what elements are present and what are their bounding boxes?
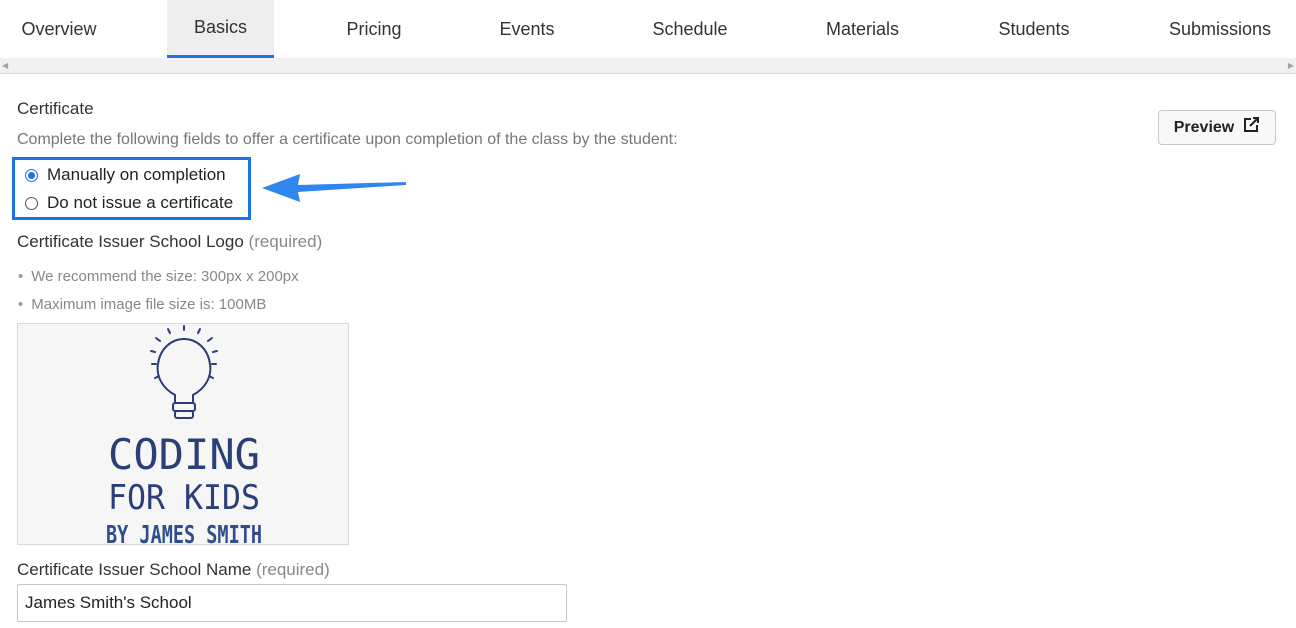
logo-line2: FOR KIDS [108, 478, 260, 518]
preview-button-label: Preview [1173, 118, 1235, 136]
school-name-field-label: Certificate Issuer School Name (required… [17, 560, 330, 580]
tab-schedule[interactable]: Schedule [635, 0, 745, 58]
tab-scrollbar[interactable]: ◀ ▶ [0, 58, 1296, 74]
logo-required-note: (required) [248, 232, 323, 251]
logo-field-label: Certificate Issuer School Logo (required… [17, 232, 322, 252]
scroll-right-icon[interactable]: ▶ [1288, 61, 1294, 71]
hint-max-size: Maximum image file size is: 100MB [18, 291, 299, 319]
school-name-label-text: Certificate Issuer School Name [17, 560, 252, 579]
hint-size: We recommend the size: 300px x 200px [18, 263, 298, 291]
option-manually-label: Manually on completion [47, 165, 226, 184]
logo-line3: BY JAMES SMITH [106, 520, 262, 545]
radio-selected-icon[interactable] [25, 168, 38, 182]
certificate-heading: Certificate [17, 99, 94, 118]
option-no-certificate[interactable]: Do not issue a certificate [25, 193, 233, 213]
logo-upload-preview[interactable]: CODING FOR KIDS BY JAMES SMITH [17, 323, 349, 545]
tab-submissions[interactable]: Submissions [1150, 0, 1290, 58]
school-logo: CODING FOR KIDS BY JAMES SMITH [106, 325, 262, 545]
tab-overview[interactable]: Overview [0, 0, 118, 58]
radio-unselected-icon[interactable] [25, 196, 38, 210]
certificate-description: Complete the following fields to offer a… [17, 131, 678, 148]
tab-events[interactable]: Events [477, 0, 577, 58]
external-link-icon [1242, 116, 1260, 139]
tab-basics[interactable]: Basics [167, 0, 274, 58]
certificate-option-group: Manually on completion Do not issue a ce… [12, 157, 251, 220]
preview-button[interactable]: Preview [1158, 110, 1276, 145]
logo-label-text: Certificate Issuer School Logo [17, 232, 244, 251]
annotation-arrow-icon [262, 174, 406, 202]
tab-pricing[interactable]: Pricing [318, 0, 430, 58]
tab-students[interactable]: Students [980, 0, 1088, 58]
school-name-required-note: (required) [256, 560, 330, 579]
tab-materials[interactable]: Materials [805, 0, 920, 58]
school-name-input[interactable] [17, 584, 567, 622]
logo-line1: CODING [108, 430, 260, 479]
logo-hints: We recommend the size: 300px x 200px Max… [18, 263, 299, 319]
tab-bar: Overview Basics Pricing Events Schedule … [0, 0, 1296, 58]
lightbulb-icon [150, 325, 218, 419]
option-manually[interactable]: Manually on completion [25, 165, 226, 185]
option-no-certificate-label: Do not issue a certificate [47, 193, 234, 212]
scroll-left-icon[interactable]: ◀ [2, 61, 8, 71]
